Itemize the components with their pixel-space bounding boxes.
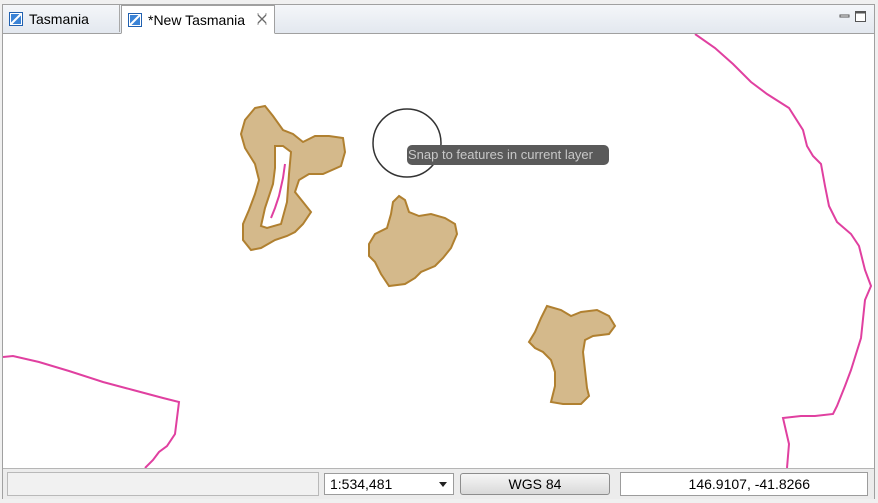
island-feature-ring [239,104,347,252]
map-icon [9,11,23,26]
maximize-icon[interactable] [855,9,866,22]
crs-button[interactable]: WGS 84 [460,473,610,495]
close-tab-icon[interactable] [256,12,268,25]
scale-dropdown[interactable]: 1:534,481 [324,473,454,495]
status-message-area [7,472,319,496]
map-canvas[interactable]: Snap to features in current layer [3,34,874,468]
status-bar: 1:534,481 WGS 84 146.9107, -41.8266 [3,468,874,499]
coordinate-readout: 146.9107, -41.8266 [620,472,868,496]
tab-tasmania[interactable]: Tasmania [3,5,120,32]
tab-new-tasmania[interactable]: *New Tasmania [121,5,275,34]
tab-label: *New Tasmania [148,11,246,28]
boundary-line-left [3,354,181,468]
dropdown-arrow-icon [439,482,447,487]
boundary-line-right [694,34,873,468]
map-icon [128,12,142,27]
minimize-icon[interactable] [839,9,850,20]
tab-label: Tasmania [29,10,89,27]
tab-bar: Tasmania *New Tasmania [3,5,874,34]
island-feature-middle [368,194,459,288]
island-feature-lower [527,304,617,405]
snap-tooltip: Snap to features in current layer [407,145,609,165]
map-editor-window: Tasmania *New Tasmania Snap to features … [2,4,875,499]
scale-value: 1:534,481 [330,476,393,492]
map-features [3,34,873,468]
snap-cursor-circle [372,108,442,178]
